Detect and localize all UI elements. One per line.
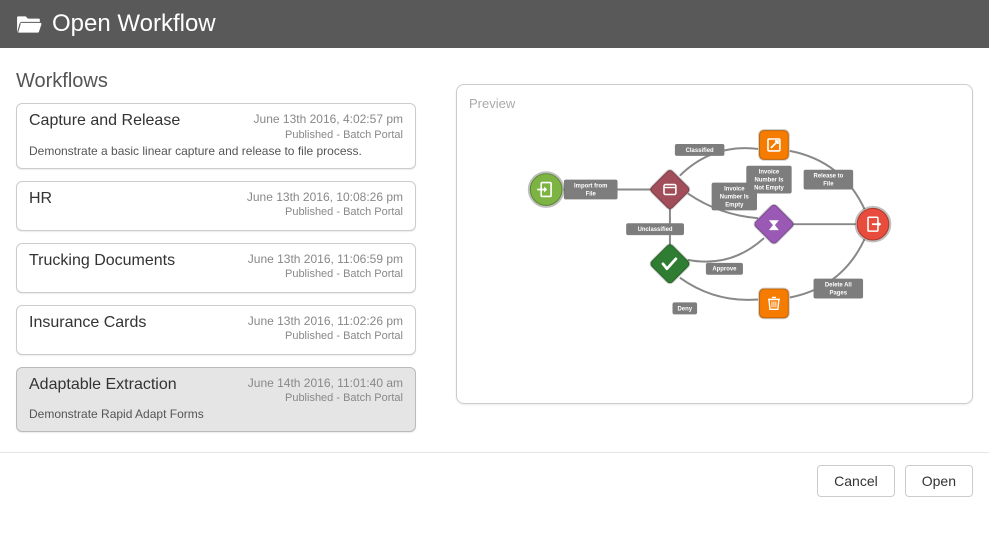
workflow-item[interactable]: Capture and Release June 13th 2016, 4:02:…: [16, 103, 416, 169]
workflow-status: Published - Batch Portal: [247, 205, 403, 219]
diagram-node-release: [856, 207, 890, 241]
workflow-item[interactable]: Trucking Documents June 13th 2016, 11:06:…: [16, 243, 416, 293]
svg-text:Release to: Release to: [814, 174, 844, 180]
workflow-meta: June 13th 2016, 10:08:26 pmPublished - B…: [247, 190, 403, 220]
dialog-footer: Cancel Open: [0, 452, 989, 509]
svg-text:Empty: Empty: [725, 202, 744, 208]
svg-text:Classified: Classified: [686, 148, 714, 154]
svg-text:Pages: Pages: [830, 291, 848, 297]
workflow-status: Published - Batch Portal: [248, 391, 403, 405]
workflow-name: Capture and Release: [29, 112, 180, 130]
workflow-status: Published - Batch Portal: [248, 267, 403, 281]
workflow-meta: June 13th 2016, 11:02:26 pmPublished - B…: [248, 314, 403, 344]
dialog-title: Open Workflow: [52, 10, 216, 38]
workflow-status: Published - Batch Portal: [248, 329, 403, 343]
workflow-item[interactable]: Insurance Cards June 13th 2016, 11:02:26 …: [16, 305, 416, 355]
workflow-name: Adaptable Extraction: [29, 376, 177, 394]
workflow-timestamp: June 13th 2016, 4:02:57 pm: [254, 112, 403, 128]
workflow-name: HR: [29, 190, 52, 208]
workflow-timestamp: June 13th 2016, 10:08:26 pm: [247, 190, 403, 206]
workflows-heading: Workflows: [16, 70, 416, 93]
svg-text:Number Is: Number Is: [720, 194, 750, 200]
workflow-name: Insurance Cards: [29, 314, 146, 332]
workflow-item[interactable]: Adaptable Extraction June 14th 2016, 11:0…: [16, 367, 416, 433]
open-button[interactable]: Open: [905, 465, 973, 497]
folder-open-icon: [16, 13, 42, 35]
svg-text:Unclassified: Unclassified: [638, 227, 673, 233]
workflow-meta: June 14th 2016, 11:01:40 amPublished - B…: [248, 376, 403, 406]
svg-text:Deny: Deny: [678, 306, 693, 312]
workflow-list: Capture and Release June 13th 2016, 4:02:…: [16, 103, 416, 432]
diagram-node-classify: [649, 169, 691, 211]
preview-panel: Preview Import fromFileClassifiedUnclass…: [456, 64, 973, 444]
dialog-header: Open Workflow: [0, 0, 989, 48]
workflow-description: Demonstrate Rapid Adapt Forms: [29, 407, 403, 421]
diagram-node-import: [529, 173, 563, 207]
svg-text:Approve: Approve: [712, 267, 737, 273]
workflow-timestamp: June 14th 2016, 11:01:40 am: [248, 376, 403, 392]
workflow-timestamp: June 13th 2016, 11:06:59 pm: [248, 252, 403, 268]
svg-text:Import from: Import from: [574, 184, 607, 190]
diagram-node-trash: [759, 289, 789, 319]
preview-box: Preview Import fromFileClassifiedUnclass…: [456, 84, 973, 404]
svg-text:Invoice: Invoice: [724, 187, 745, 193]
workflow-item[interactable]: HR June 13th 2016, 10:08:26 pmPublished -…: [16, 181, 416, 231]
workflow-diagram: Import fromFileClassifiedUnclassifiedInv…: [457, 85, 972, 403]
workflow-name: Trucking Documents: [29, 252, 175, 270]
svg-text:File: File: [586, 191, 597, 197]
svg-text:Delete All: Delete All: [825, 283, 852, 289]
svg-text:File: File: [823, 182, 834, 188]
svg-text:Invoice: Invoice: [759, 170, 780, 176]
workflow-timestamp: June 13th 2016, 11:02:26 pm: [248, 314, 403, 330]
svg-text:Number Is: Number Is: [754, 178, 784, 184]
diagram-node-export: [759, 130, 789, 160]
diagram-node-validate: [649, 243, 691, 285]
workflow-meta: June 13th 2016, 4:02:57 pmPublished - Ba…: [254, 112, 403, 142]
workflow-list-panel: Workflows Capture and Release June 13th 2…: [16, 64, 416, 444]
dialog-body: Workflows Capture and Release June 13th 2…: [0, 48, 989, 452]
workflow-meta: June 13th 2016, 11:06:59 pmPublished - B…: [248, 252, 403, 282]
diagram-node-review: [753, 203, 795, 245]
workflow-description: Demonstrate a basic linear capture and r…: [29, 144, 403, 158]
cancel-button[interactable]: Cancel: [817, 465, 895, 497]
workflow-status: Published - Batch Portal: [254, 128, 403, 142]
svg-text:Not Empty: Not Empty: [754, 186, 784, 192]
